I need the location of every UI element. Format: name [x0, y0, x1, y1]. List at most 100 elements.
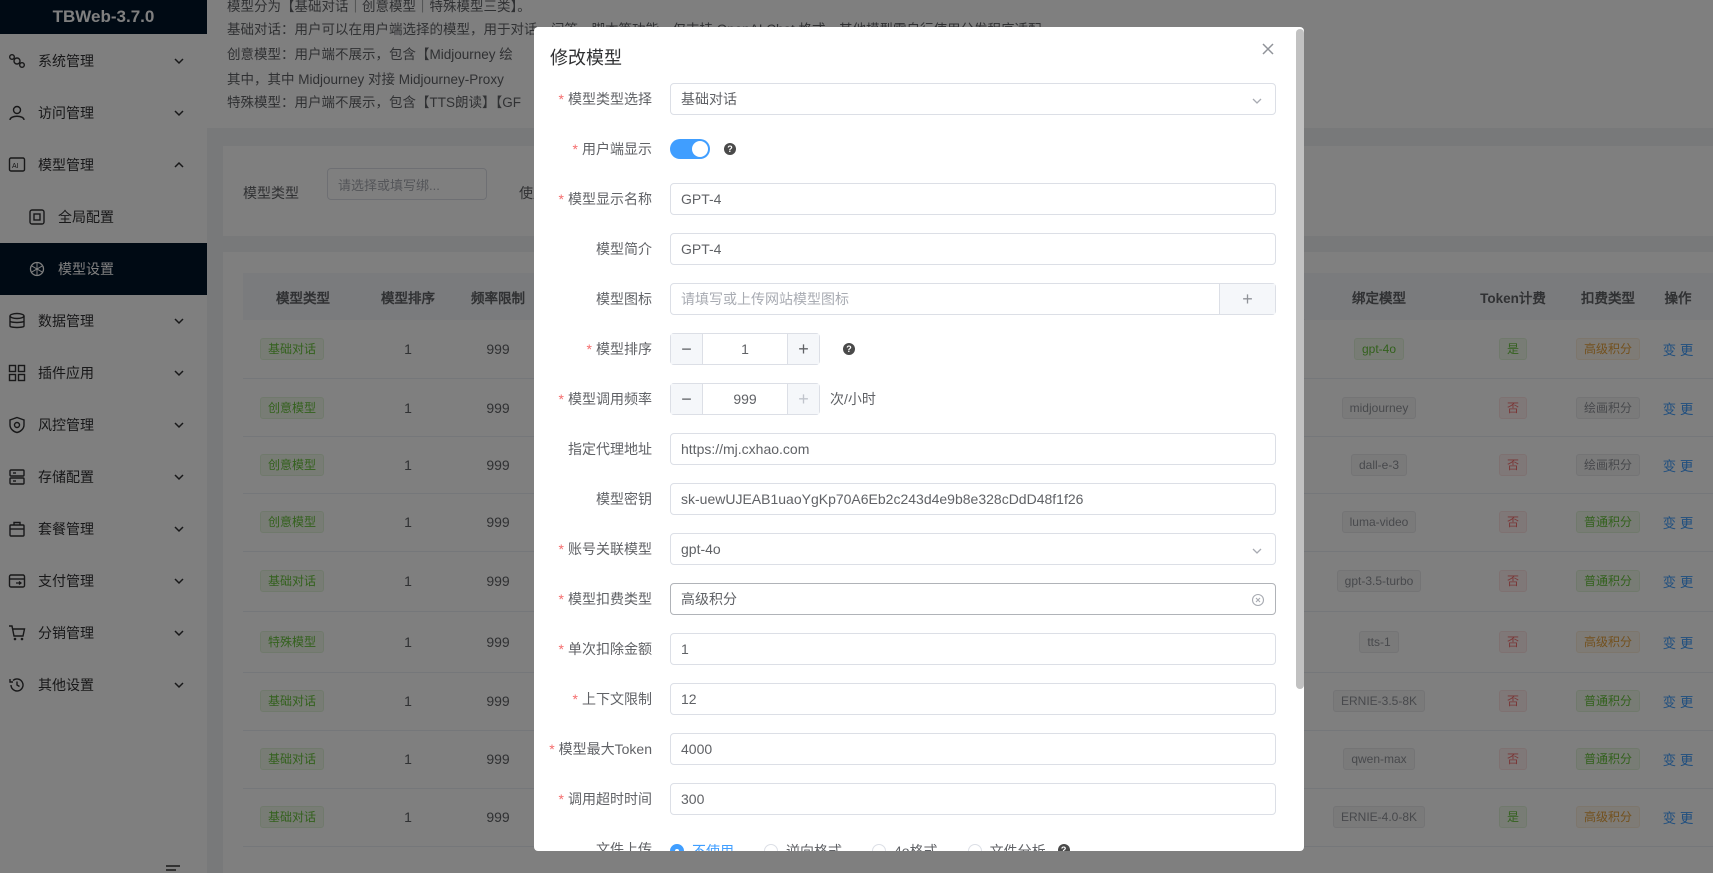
radio-reverse-format[interactable]: 逆向格式: [764, 841, 842, 851]
context-limit-input[interactable]: 12: [670, 683, 1276, 715]
display-name-label: * 模型显示名称: [559, 183, 652, 215]
form-row-description: 模型简介 GPT-4: [534, 233, 1294, 265]
deduct-amount-input[interactable]: 1: [670, 633, 1276, 665]
radio-4o-format[interactable]: 4o格式: [872, 841, 938, 851]
label-text: 模型扣费类型: [568, 591, 652, 607]
display-name-input[interactable]: GPT-4: [670, 183, 1276, 215]
radio-dot: [764, 844, 778, 851]
radio-label: 不使用: [692, 843, 734, 851]
form-row-proxy: 指定代理地址 https://mj.cxhao.com: [534, 433, 1294, 465]
radio-label: 逆向格式: [786, 843, 842, 851]
model-type-select[interactable]: 基础对话: [670, 83, 1276, 115]
help-icon[interactable]: ?: [1057, 844, 1070, 851]
model-type-label: * 模型类型选择: [559, 83, 652, 115]
label-text: 调用超时时间: [568, 791, 652, 807]
bind-model-select[interactable]: gpt-4o: [670, 533, 1276, 565]
radio-dot: [670, 844, 684, 851]
help-icon[interactable]: ?: [724, 143, 736, 155]
radio-label: 4o格式: [894, 843, 938, 851]
help-icon[interactable]: ?: [843, 343, 855, 355]
close-icon[interactable]: [1260, 41, 1276, 57]
select-value: 基础对话: [681, 91, 737, 107]
required-mark: *: [586, 341, 592, 357]
icon-input[interactable]: 请填写或上传网站模型图标 +: [670, 283, 1276, 315]
proxy-label: 指定代理地址: [568, 441, 652, 457]
select-value: 高级积分: [681, 591, 737, 607]
required-mark: *: [549, 741, 555, 757]
label-text: 模型显示名称: [568, 191, 652, 207]
secret-label: 模型密钥: [596, 491, 652, 507]
form-row-frequency: * 模型调用频率 −999 + 次/小时: [534, 383, 1294, 415]
secret-input[interactable]: sk-uewUJEAB1uaoYgKp70A6Eb2c243d4e9b8e328…: [670, 483, 1276, 515]
label-text: 模型最大Token: [558, 741, 652, 757]
required-mark: *: [558, 191, 564, 207]
form-row-file-upload: 文件上传 不使用 逆向格式 4o格式 文件分析 ?: [534, 833, 1294, 851]
context-limit-label: * 上下文限制: [573, 683, 652, 715]
order-value[interactable]: 1: [703, 334, 787, 364]
form-row-max-token: * 模型最大Token 4000: [534, 733, 1294, 765]
form-row-timeout: * 调用超时时间 300: [534, 783, 1294, 815]
deduct-type-select[interactable]: 高级积分: [670, 583, 1276, 615]
timeout-label: * 调用超时时间: [559, 783, 652, 815]
radio-dot: [967, 844, 982, 851]
order-label: * 模型排序: [587, 333, 652, 365]
required-mark: *: [558, 791, 564, 807]
radio-no-use[interactable]: 不使用: [670, 841, 734, 851]
deduct-type-label: * 模型扣费类型: [559, 583, 652, 615]
frequency-stepper[interactable]: −999 +: [670, 383, 820, 415]
order-stepper[interactable]: −1 +: [670, 333, 820, 365]
user-display-label: * 用户端显示: [573, 133, 652, 165]
radio-file-analysis[interactable]: 文件分析: [967, 841, 1046, 851]
max-token-input[interactable]: 4000: [670, 733, 1276, 765]
form-row-bind-model: * 账号关联模型 gpt-4o: [534, 533, 1294, 565]
icon-input-placeholder: 请填写或上传网站模型图标: [681, 291, 849, 307]
select-value: gpt-4o: [681, 541, 721, 557]
form-row-context-limit: * 上下文限制 12: [534, 683, 1294, 715]
icon-label: 模型图标: [596, 291, 652, 307]
dialog-title: 修改模型: [550, 48, 622, 68]
plus-icon[interactable]: +: [787, 334, 819, 364]
proxy-input[interactable]: https://mj.cxhao.com: [670, 433, 1276, 465]
form-row-display-name: * 模型显示名称 GPT-4: [534, 183, 1294, 215]
minus-icon[interactable]: −: [671, 384, 703, 414]
label-text: 账号关联模型: [568, 541, 652, 557]
frequency-value[interactable]: 999: [703, 384, 787, 414]
chevron-down-icon: [1251, 94, 1263, 106]
required-mark: *: [558, 391, 564, 407]
label-text: 模型调用频率: [568, 391, 652, 407]
edit-model-dialog: 修改模型 * 模型类型选择 基础对话 * 用户端显示 ? * 模型显示名称 GPT-4…: [534, 27, 1304, 851]
required-mark: *: [572, 141, 578, 157]
form-row-deduct-amount: * 单次扣除金额 1: [534, 633, 1294, 665]
label-text: 单次扣除金额: [568, 641, 652, 657]
label-text: 模型排序: [596, 341, 652, 357]
form-row-secret: 模型密钥 sk-uewUJEAB1uaoYgKp70A6Eb2c243d4e9b…: [534, 483, 1294, 515]
frequency-unit: 次/小时: [830, 391, 876, 407]
description-input[interactable]: GPT-4: [670, 233, 1276, 265]
bind-model-label: * 账号关联模型: [559, 533, 652, 565]
required-mark: *: [558, 91, 564, 107]
max-token-label: * 模型最大Token: [549, 733, 652, 765]
minus-icon[interactable]: −: [671, 334, 703, 364]
form-row-user-display: * 用户端显示 ?: [534, 133, 1294, 165]
required-mark: *: [558, 541, 564, 557]
label-text: 用户端显示: [582, 141, 652, 157]
form-row-icon: 模型图标 请填写或上传网站模型图标 +: [534, 283, 1294, 315]
upload-plus-icon[interactable]: +: [1219, 284, 1275, 314]
form-row-model-type: * 模型类型选择 基础对话: [534, 83, 1294, 115]
required-mark: *: [558, 591, 564, 607]
label-text: 上下文限制: [582, 691, 652, 707]
dialog-scrollbar[interactable]: [1296, 29, 1304, 689]
deduct-amount-label: * 单次扣除金额: [559, 633, 652, 665]
user-display-switch[interactable]: [670, 139, 710, 159]
chevron-down-icon: [1251, 544, 1263, 556]
plus-icon[interactable]: +: [787, 384, 819, 414]
timeout-input[interactable]: 300: [670, 783, 1276, 815]
file-upload-label: 文件上传: [596, 841, 652, 851]
required-mark: *: [558, 641, 564, 657]
radio-label: 文件分析: [989, 843, 1046, 851]
required-mark: *: [572, 691, 578, 707]
form-row-order: * 模型排序 −1 + ?: [534, 333, 1294, 365]
label-text: 模型类型选择: [568, 91, 652, 107]
clear-icon[interactable]: [1251, 593, 1265, 607]
radio-dot: [872, 844, 886, 851]
